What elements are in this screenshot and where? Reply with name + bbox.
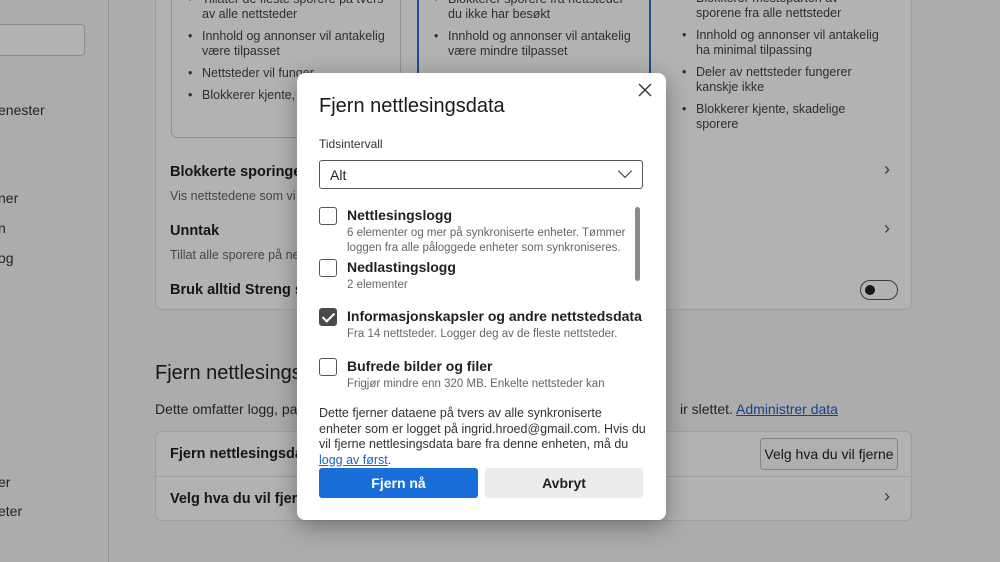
sync-info-text: Dette fjerner dataene på tvers av alle s…: [319, 406, 646, 467]
option-title: Nettlesingslogg: [347, 207, 453, 223]
chevron-down-icon: [617, 163, 633, 179]
cached-images-checkbox[interactable]: [319, 358, 337, 376]
option-description: Fra 14 nettsteder. Logger deg av de fles…: [347, 328, 618, 340]
sign-out-link[interactable]: logg av først: [319, 453, 388, 467]
cancel-button[interactable]: Avbryt: [485, 468, 643, 498]
time-range-value: Alt: [330, 167, 347, 183]
scrollbar[interactable]: [635, 205, 641, 391]
time-range-label: Tidsintervall: [319, 137, 383, 151]
browsing-history-checkbox[interactable]: [319, 207, 337, 225]
cookies-checkbox[interactable]: [319, 308, 337, 326]
data-type-list: Nettlesingslogg 6 elementer og mer på sy…: [319, 205, 649, 391]
scrollbar-thumb[interactable]: [635, 207, 640, 281]
clear-browsing-data-dialog: Fjern nettlesingsdata Tidsintervall Alt …: [297, 73, 666, 520]
option-title: Bufrede bilder og filer: [347, 358, 493, 374]
download-history-checkbox[interactable]: [319, 259, 337, 277]
option-description: 6 elementer og mer på synkroniserte enhe…: [347, 227, 626, 254]
clear-now-button[interactable]: Fjern nå: [319, 468, 478, 498]
option-description: Frigjør mindre enn 320 MB. Enkelte netts…: [347, 378, 605, 390]
option-title: Nedlastingslogg: [347, 259, 456, 275]
close-icon[interactable]: [634, 79, 656, 101]
option-title: Informasjonskapsler og andre nettstedsda…: [347, 308, 642, 324]
time-range-select[interactable]: Alt: [319, 160, 643, 189]
option-description: 2 elementer: [347, 279, 408, 291]
dialog-title: Fjern nettlesingsdata: [319, 95, 505, 117]
